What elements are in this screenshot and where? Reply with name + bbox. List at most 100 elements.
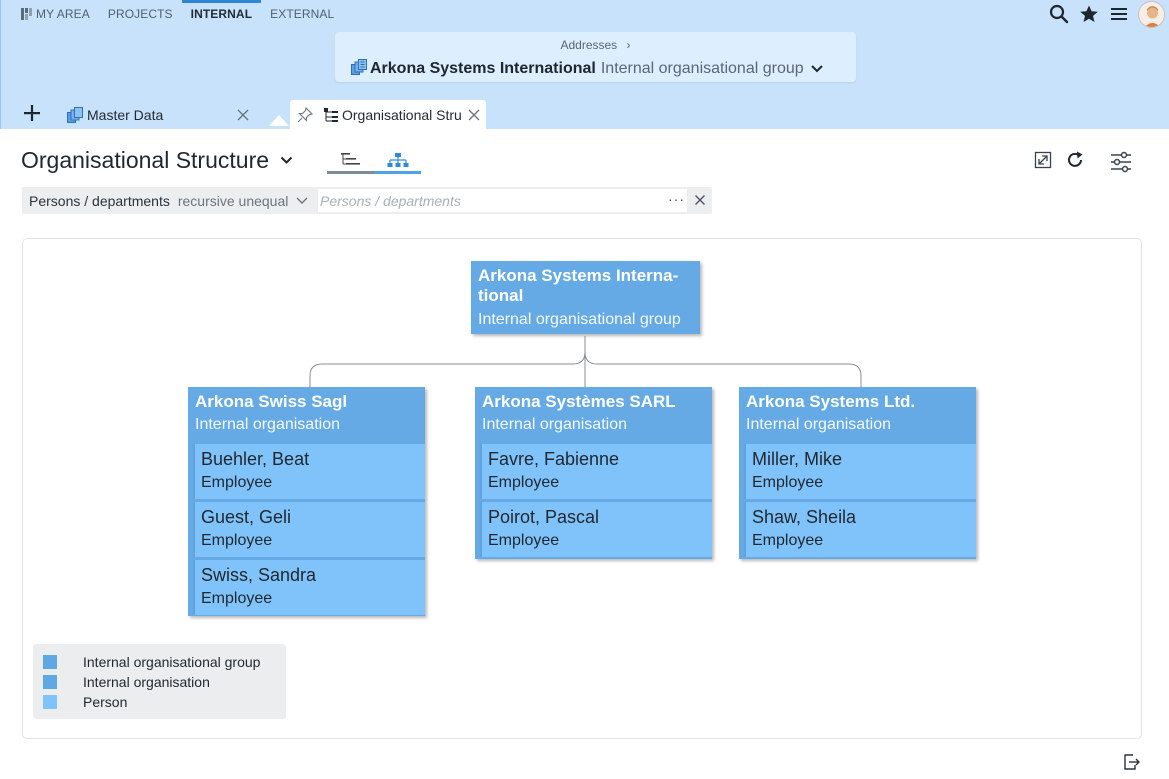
- person-node[interactable]: Swiss, Sandra Employee: [193, 560, 425, 615]
- nav-external[interactable]: EXTERNAL: [270, 0, 334, 28]
- org-node-title: Arkona Systems Ltd.: [746, 392, 916, 411]
- app-header: MY AREA PROJECTS INTERNAL EXTERNAL Addre…: [0, 0, 1169, 97]
- person-node[interactable]: Favre, Fabienne Employee: [480, 444, 712, 499]
- expand-icon[interactable]: [1034, 151, 1052, 169]
- refresh-icon[interactable]: [1065, 150, 1085, 170]
- close-icon[interactable]: [237, 108, 249, 121]
- org-node-subtitle: Internal organisation: [746, 416, 891, 433]
- person-node[interactable]: Buehler, Beat Employee: [193, 444, 425, 499]
- page-title: Organisational Structure: [21, 146, 270, 173]
- legend-item: Person: [43, 692, 127, 712]
- person-name: Swiss, Sandra: [201, 565, 317, 585]
- star-icon[interactable]: [1074, 0, 1104, 28]
- org-group-icon: [67, 106, 83, 123]
- context-selector[interactable]: Addresses › Arkona Systems International…: [335, 32, 856, 82]
- org-chart-view-button[interactable]: [374, 149, 421, 174]
- person-name: Favre, Fabienne: [488, 449, 620, 469]
- view-tools: [1034, 148, 1085, 172]
- tab-master-data[interactable]: Master Data: [67, 100, 255, 129]
- context-title: Arkona Systems International: [370, 60, 596, 77]
- nav-projects[interactable]: PROJECTS: [108, 0, 173, 28]
- search-icon[interactable]: [1044, 0, 1074, 28]
- pin-icon[interactable]: [297, 106, 313, 123]
- org-node-title: Arkona Systems Interna- tional: [478, 266, 693, 306]
- more-options-icon[interactable]: ···: [668, 191, 685, 207]
- person-name: Miller, Mike: [752, 449, 843, 469]
- org-node-subtitle: Internal organisation: [482, 416, 627, 433]
- hamburger-menu-icon[interactable]: [1104, 0, 1134, 28]
- tab-organisational-structure[interactable]: Organisational Stru: [290, 100, 486, 129]
- legend-item: Internal organisational group: [43, 652, 260, 672]
- close-icon[interactable]: [468, 108, 480, 121]
- tab-bar: Master Data Organisational Stru: [0, 97, 1169, 129]
- person-role: Employee: [201, 474, 273, 491]
- legend-label: Internal organisational group: [83, 654, 261, 670]
- person-node[interactable]: Miller, Mike Employee: [744, 444, 976, 499]
- person-role: Employee: [752, 532, 824, 549]
- person-role: Employee: [201, 532, 273, 549]
- person-role: Employee: [752, 474, 824, 491]
- clear-filter-icon[interactable]: [694, 194, 706, 206]
- nav-internal[interactable]: INTERNAL: [181, 0, 262, 28]
- breadcrumb[interactable]: Addresses ›: [335, 38, 856, 52]
- my-area-icon: [21, 8, 32, 20]
- filter-value-input[interactable]: [318, 189, 687, 212]
- legend-swatch-person: [43, 695, 57, 709]
- context-main: Arkona Systems International Internal or…: [351, 58, 823, 80]
- person-role: Employee: [488, 532, 560, 549]
- legend: Internal organisational group Internal o…: [33, 644, 286, 719]
- tree-view-button[interactable]: [327, 149, 374, 174]
- filter-operator[interactable]: recursive unequal: [178, 193, 289, 209]
- filter-settings-icon[interactable]: [1110, 151, 1132, 173]
- tab-master-data-label: Master Data: [87, 106, 164, 123]
- org-node-subtitle: Internal organisational group: [478, 311, 681, 328]
- person-name: Buehler, Beat: [201, 449, 310, 469]
- page-title-selector[interactable]: Organisational Structure: [21, 145, 293, 175]
- legend-item: Internal organisation: [43, 672, 210, 692]
- org-node-header: Arkona Systems Ltd. Internal organisatio…: [739, 387, 976, 435]
- person-name: Poirot, Pascal: [488, 507, 600, 527]
- add-tab-icon[interactable]: [21, 102, 43, 124]
- breadcrumb-addresses[interactable]: Addresses: [560, 38, 617, 52]
- org-node-header: Arkona Swiss Sagl Internal organisation: [188, 387, 425, 435]
- filter-bar: Persons / departments recursive unequal …: [22, 187, 712, 214]
- org-node-root[interactable]: Arkona Systems Interna- tional Internal …: [471, 261, 700, 334]
- chevron-down-icon[interactable]: [296, 197, 308, 205]
- export-icon[interactable]: [1121, 752, 1141, 772]
- org-node-subtitle: Internal organisation: [195, 416, 340, 433]
- org-node-header: Arkona Systems Interna- tional Internal …: [471, 261, 700, 330]
- filter-field-label[interactable]: Persons / departments: [29, 193, 170, 209]
- chevron-down-icon[interactable]: [280, 156, 293, 165]
- chevron-down-icon[interactable]: [810, 65, 823, 73]
- org-node-title: Arkona Swiss Sagl: [195, 392, 348, 411]
- nav-projects-label: PROJECTS: [107, 7, 173, 21]
- org-node-arkona-swiss-sagl[interactable]: Arkona Swiss Sagl Internal organisation …: [188, 387, 425, 616]
- org-node-arkona-systemes-sarl[interactable]: Arkona Systèmes SARL Internal organisati…: [475, 387, 712, 559]
- header-toolbar: [1044, 0, 1169, 28]
- nav-my-area[interactable]: MY AREA: [21, 0, 90, 28]
- person-name: Shaw, Sheila: [752, 507, 857, 527]
- org-node-title: Arkona Systèmes SARL: [482, 392, 676, 411]
- person-node[interactable]: Guest, Geli Employee: [193, 502, 425, 557]
- person-role: Employee: [488, 474, 560, 491]
- legend-swatch-org-group: [43, 655, 57, 669]
- context-subtitle: Internal organisational group: [600, 60, 804, 77]
- org-node-header: Arkona Systèmes SARL Internal organisati…: [475, 387, 712, 435]
- legend-swatch-org: [43, 675, 57, 689]
- view-switch: [327, 149, 421, 175]
- tab-notch: [269, 115, 289, 126]
- legend-label: Person: [83, 694, 128, 710]
- legend-label: Internal organisation: [83, 674, 210, 690]
- org-group-icon: [351, 58, 367, 80]
- person-node[interactable]: Poirot, Pascal Employee: [480, 502, 712, 557]
- nav-external-label: EXTERNAL: [270, 7, 335, 21]
- tree-list-icon: [340, 152, 362, 168]
- org-chart-icon: [387, 152, 409, 168]
- avatar[interactable]: [1138, 0, 1165, 28]
- nav-internal-label: INTERNAL: [190, 7, 253, 21]
- person-node[interactable]: Shaw, Sheila Employee: [744, 502, 976, 557]
- person-name: Guest, Geli: [201, 507, 292, 527]
- org-node-arkona-systems-ltd[interactable]: Arkona Systems Ltd. Internal organisatio…: [739, 387, 976, 559]
- tab-organisational-structure-label: Organisational Stru: [342, 106, 461, 123]
- org-structure-icon: [323, 107, 339, 123]
